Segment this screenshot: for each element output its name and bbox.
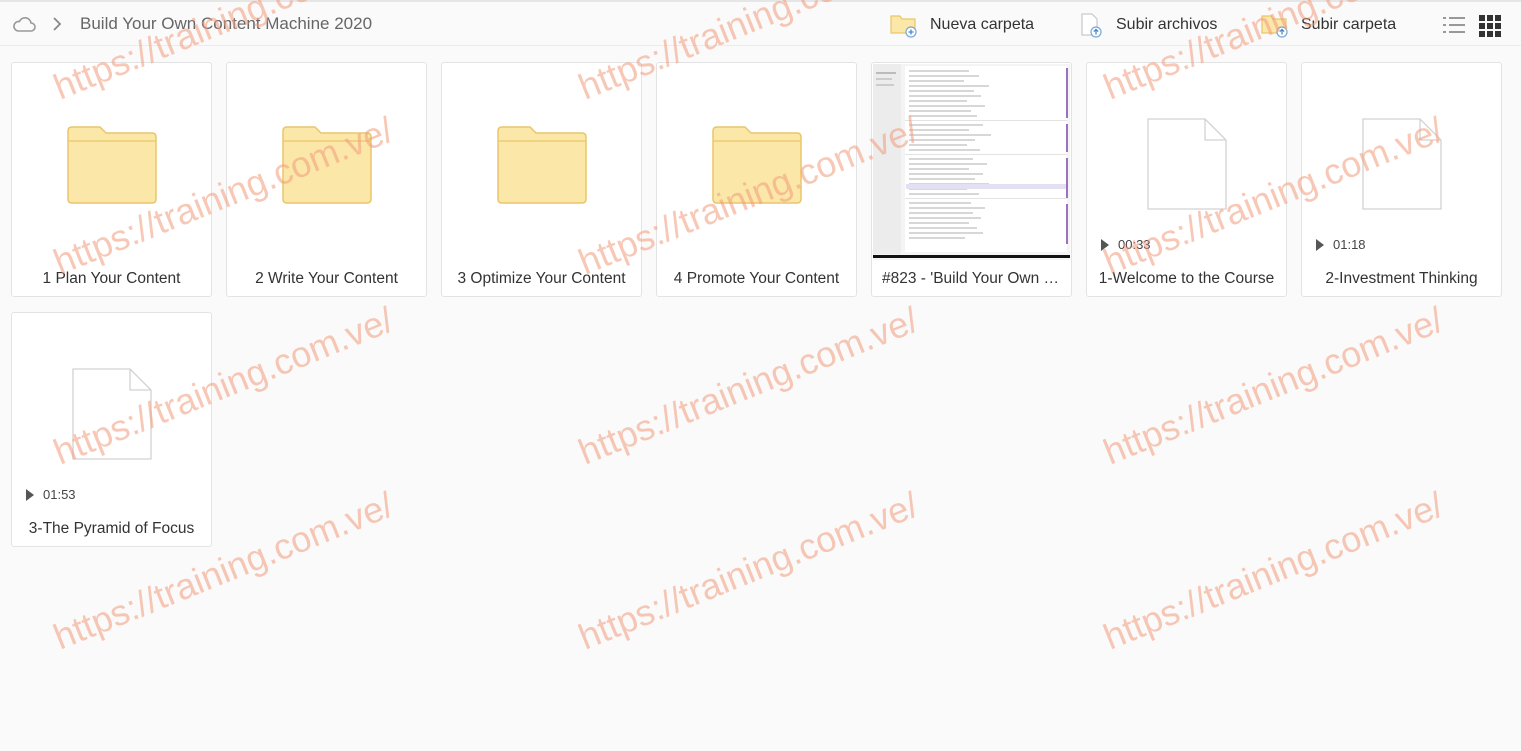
- folder-card[interactable]: 4 Promote Your Content: [656, 62, 857, 297]
- file-icon: [1147, 118, 1227, 210]
- item-name: #823 - 'Build Your Own Content Machine 2…: [882, 270, 1061, 287]
- folder-icon: [497, 126, 587, 204]
- folder-card[interactable]: 3 Optimize Your Content: [441, 62, 642, 297]
- image-card[interactable]: #823 - 'Build Your Own Content Machine 2…: [871, 62, 1072, 297]
- top-bar: Build Your Own Content Machine 2020 Nuev…: [0, 0, 1521, 46]
- new-folder-button[interactable]: Nueva carpeta: [890, 12, 1034, 38]
- play-icon: [26, 488, 34, 501]
- folder-icon: [67, 126, 157, 204]
- duration-text: 01:18: [1333, 237, 1366, 252]
- duration-text: 00:33: [1118, 237, 1151, 252]
- item-name: 1-Welcome to the Course: [1098, 270, 1275, 287]
- video-card[interactable]: 01:53 3-The Pyramid of Focus: [11, 312, 212, 547]
- grid-view-icon[interactable]: [1479, 15, 1501, 37]
- screenshot-thumbnail-image: [873, 64, 1070, 260]
- folder-icon: [282, 126, 372, 204]
- watermark-text: https://training.com.ve/: [573, 299, 924, 473]
- folder-icon: [712, 126, 802, 204]
- play-icon: [1101, 238, 1109, 251]
- upload-folder-label: Subir carpeta: [1301, 16, 1397, 33]
- item-name: 4 Promote Your Content: [673, 270, 840, 287]
- file-icon: [72, 368, 152, 460]
- new-folder-icon: [890, 15, 917, 38]
- new-folder-label: Nueva carpeta: [930, 16, 1035, 33]
- list-view-icon[interactable]: [1443, 16, 1465, 34]
- item-name: 1 Plan Your Content: [42, 270, 181, 287]
- duration-text: 01:53: [43, 487, 76, 502]
- play-icon: [1316, 238, 1324, 251]
- watermark-text: https://training.com.ve/: [573, 484, 924, 658]
- item-name: 3-The Pyramid of Focus: [28, 520, 195, 537]
- folder-card[interactable]: 1 Plan Your Content: [11, 62, 212, 297]
- video-duration: 00:33: [1101, 237, 1151, 252]
- upload-files-button[interactable]: Subir archivos: [1078, 12, 1217, 38]
- video-duration: 01:53: [26, 487, 76, 502]
- video-card[interactable]: 00:33 1-Welcome to the Course: [1086, 62, 1287, 297]
- item-name: 3 Optimize Your Content: [457, 270, 626, 287]
- watermark-text: https://training.com.ve/: [1098, 484, 1449, 658]
- upload-files-label: Subir archivos: [1116, 16, 1218, 33]
- item-name: 2-Investment Thinking: [1325, 270, 1478, 287]
- breadcrumb-current-folder[interactable]: Build Your Own Content Machine 2020: [80, 14, 372, 34]
- upload-folder-icon: [1261, 15, 1288, 38]
- folder-card[interactable]: 2 Write Your Content: [226, 62, 427, 297]
- video-card[interactable]: 01:18 2-Investment Thinking: [1301, 62, 1502, 297]
- watermark-text: https://training.com.ve/: [1098, 299, 1449, 473]
- upload-file-icon: [1081, 13, 1102, 38]
- video-duration: 01:18: [1316, 237, 1366, 252]
- item-name: 2 Write Your Content: [255, 270, 398, 287]
- image-thumbnail: [873, 64, 1070, 260]
- upload-folder-button[interactable]: Subir carpeta: [1261, 12, 1396, 38]
- file-icon: [1362, 118, 1442, 210]
- cloud-icon[interactable]: [12, 16, 36, 32]
- chevron-right-icon: [53, 17, 62, 31]
